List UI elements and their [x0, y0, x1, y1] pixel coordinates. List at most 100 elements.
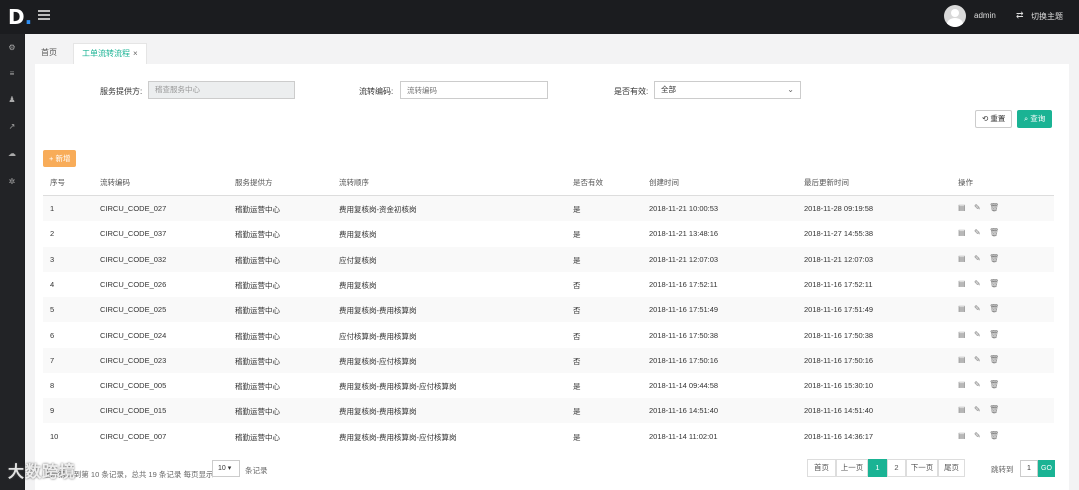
user-avatar-icon[interactable]: [944, 5, 966, 27]
tab-workflow[interactable]: 工单流转流程 ×: [73, 43, 147, 64]
delete-icon[interactable]: 🗑: [989, 355, 999, 364]
cell-valid: 是: [573, 255, 581, 265]
settings-nodes-icon[interactable]: ⚙: [6, 43, 18, 53]
view-icon[interactable]: ▤: [958, 330, 966, 339]
delete-icon[interactable]: 🗑: [989, 228, 999, 237]
table-row[interactable]: 1 CIRCU_CODE_027 稽勤运营中心 费用复核岗-资金初核岗 是 2018-11…: [43, 196, 1054, 221]
menu-icon[interactable]: [38, 10, 50, 20]
cell-provider: 稽勤运营中心: [235, 331, 280, 341]
table-row[interactable]: 6 CIRCU_CODE_024 稽勤运营中心 应付核算岗-费用核算岗 否 2018-11…: [43, 323, 1054, 348]
view-icon[interactable]: ▤: [958, 431, 966, 440]
search-button[interactable]: ⌕ 查询: [1017, 110, 1053, 128]
table-row[interactable]: 4 CIRCU_CODE_026 稽勤运营中心 费用复核岗 否 2018-11-16 17…: [43, 272, 1054, 297]
col-header[interactable]: 服务提供方: [235, 177, 273, 188]
delete-icon[interactable]: 🗑: [989, 405, 999, 414]
cell-code: CIRCU_CODE_007: [100, 431, 167, 441]
edit-icon[interactable]: ✎: [974, 431, 981, 440]
valid-select[interactable]: 全部 ⌄: [654, 81, 801, 99]
view-icon[interactable]: ▤: [958, 304, 966, 313]
edit-icon[interactable]: ✎: [974, 304, 981, 313]
edit-icon[interactable]: ✎: [974, 355, 981, 364]
gear-icon[interactable]: ✲: [6, 177, 18, 187]
cell-order: 费用复核岗-应付核算岗: [339, 356, 417, 366]
username[interactable]: admin: [974, 11, 996, 20]
table-row[interactable]: 2 CIRCU_CODE_037 稽勤运营中心 费用复核岗 是 2018-11-21 13…: [43, 221, 1054, 246]
table-row[interactable]: 5 CIRCU_CODE_025 稽勤运营中心 费用复核岗-费用核算岗 否 2018-11…: [43, 297, 1054, 323]
view-icon[interactable]: ▤: [958, 355, 966, 364]
edit-icon[interactable]: ✎: [974, 405, 981, 414]
cell-no: 4: [50, 279, 55, 289]
delete-icon[interactable]: 🗑: [989, 431, 999, 440]
delete-icon[interactable]: 🗑: [989, 203, 999, 212]
table-row[interactable]: 7 CIRCU_CODE_023 稽勤运营中心 费用复核岗-应付核算岗 否 2018-11…: [43, 347, 1054, 373]
edit-icon[interactable]: ✎: [974, 330, 981, 339]
cell-order: 应付复核岗: [339, 255, 377, 265]
col-header[interactable]: 流转编码: [100, 177, 130, 188]
edit-icon[interactable]: ✎: [974, 380, 981, 389]
col-header[interactable]: 是否有效: [573, 177, 603, 188]
page-size-select[interactable]: 10 ▾: [212, 460, 240, 477]
table-row[interactable]: 8 CIRCU_CODE_005 稽勤运营中心 费用复核岗-费用核算岗-应付核算岗 是 2…: [43, 373, 1054, 398]
view-icon[interactable]: ▤: [958, 279, 966, 288]
chevron-down-icon: ⌄: [787, 85, 794, 94]
valid-label: 是否有效:: [614, 87, 649, 96]
cell-provider: 稽勤运营中心: [235, 432, 280, 442]
switch-icon[interactable]: ⇄: [1016, 10, 1024, 21]
list-icon[interactable]: ≡: [6, 69, 18, 79]
table-panel: + 新增 序号 流转编码 服务提供方 流转顺序 是否有效 创建时间 最后更新时间…: [35, 144, 1069, 490]
cell-order: 费用复核岗-费用核算岗: [339, 306, 417, 316]
cell-code: CIRCU_CODE_005: [100, 381, 167, 391]
view-icon[interactable]: ▤: [958, 254, 966, 263]
delete-icon[interactable]: 🗑: [989, 304, 999, 313]
table-row[interactable]: 10 CIRCU_CODE_007 稽勤运营中心 费用复核岗-费用核算岗-应付核算岗 是…: [43, 424, 1054, 449]
view-icon[interactable]: ▤: [958, 405, 966, 414]
add-button[interactable]: + 新增: [43, 150, 77, 167]
edit-icon[interactable]: ✎: [974, 203, 981, 212]
table-row[interactable]: 9 CIRCU_CODE_015 稽勤运营中心 费用复核岗-费用核算岗 是 2018-11…: [43, 398, 1054, 424]
main-content: 首页 工单流转流程× 服务提供方: 稽查服务中心 流转编码: 是否有效: 全部⌄…: [25, 34, 1079, 490]
col-header[interactable]: 最后更新时间: [804, 177, 849, 188]
edit-icon[interactable]: ✎: [974, 254, 981, 263]
delete-icon[interactable]: 🗑: [989, 330, 999, 339]
view-icon[interactable]: ▤: [958, 380, 966, 389]
delete-icon[interactable]: 🗑: [989, 279, 999, 288]
logo[interactable]: D.: [8, 5, 32, 29]
cell-updated: 2018-11-16 15:30:10: [804, 381, 874, 391]
table-row[interactable]: 3 CIRCU_CODE_032 稽勤运营中心 应付复核岗 是 2018-11-21 12…: [43, 246, 1054, 272]
view-icon[interactable]: ▤: [958, 228, 966, 237]
page-button[interactable]: 2: [887, 459, 906, 477]
cell-code: CIRCU_CODE_026: [100, 279, 167, 289]
tab-home[interactable]: 首页: [33, 43, 65, 64]
prev-page-button[interactable]: 上一页: [836, 459, 868, 477]
cell-no: 10: [50, 431, 59, 441]
cell-no: 3: [50, 254, 55, 264]
provider-label: 服务提供方:: [100, 87, 143, 96]
col-header[interactable]: 流转顺序: [339, 177, 369, 188]
last-page-button[interactable]: 尾页: [938, 459, 965, 477]
edit-icon[interactable]: ✎: [974, 279, 981, 288]
cell-order: 费用复核岗-费用核算岗-应付核算岗: [339, 382, 457, 392]
view-icon[interactable]: ▤: [958, 203, 966, 212]
jump-input[interactable]: 1: [1020, 460, 1038, 477]
col-header[interactable]: 创建时间: [649, 177, 679, 188]
cell-valid: 是: [573, 205, 581, 214]
close-icon[interactable]: ×: [133, 49, 138, 58]
go-button[interactable]: GO: [1038, 460, 1055, 477]
reset-button[interactable]: ⟲ 重置: [975, 110, 1013, 128]
cell-updated: 2018-11-21 12:07:03: [804, 254, 874, 264]
cell-provider: 稽勤运营中心: [235, 356, 280, 366]
edit-icon[interactable]: ✎: [974, 228, 981, 237]
col-header[interactable]: 序号: [50, 177, 65, 188]
first-page-button[interactable]: 首页: [807, 459, 836, 477]
chart-icon[interactable]: ↗: [6, 122, 18, 132]
switch-theme-link[interactable]: 切换主题: [1031, 11, 1063, 22]
delete-icon[interactable]: 🗑: [989, 380, 999, 389]
delete-icon[interactable]: 🗑: [989, 254, 999, 263]
cell-created: 2018-11-16 14:51:40: [649, 406, 719, 416]
code-input[interactable]: [400, 81, 548, 99]
users-icon[interactable]: ♟: [6, 95, 18, 105]
cloud-icon[interactable]: ☁: [6, 149, 18, 159]
next-page-button[interactable]: 下一页: [906, 459, 938, 477]
cell-code: CIRCU_CODE_032: [100, 254, 167, 264]
page-button[interactable]: 1: [868, 459, 887, 477]
